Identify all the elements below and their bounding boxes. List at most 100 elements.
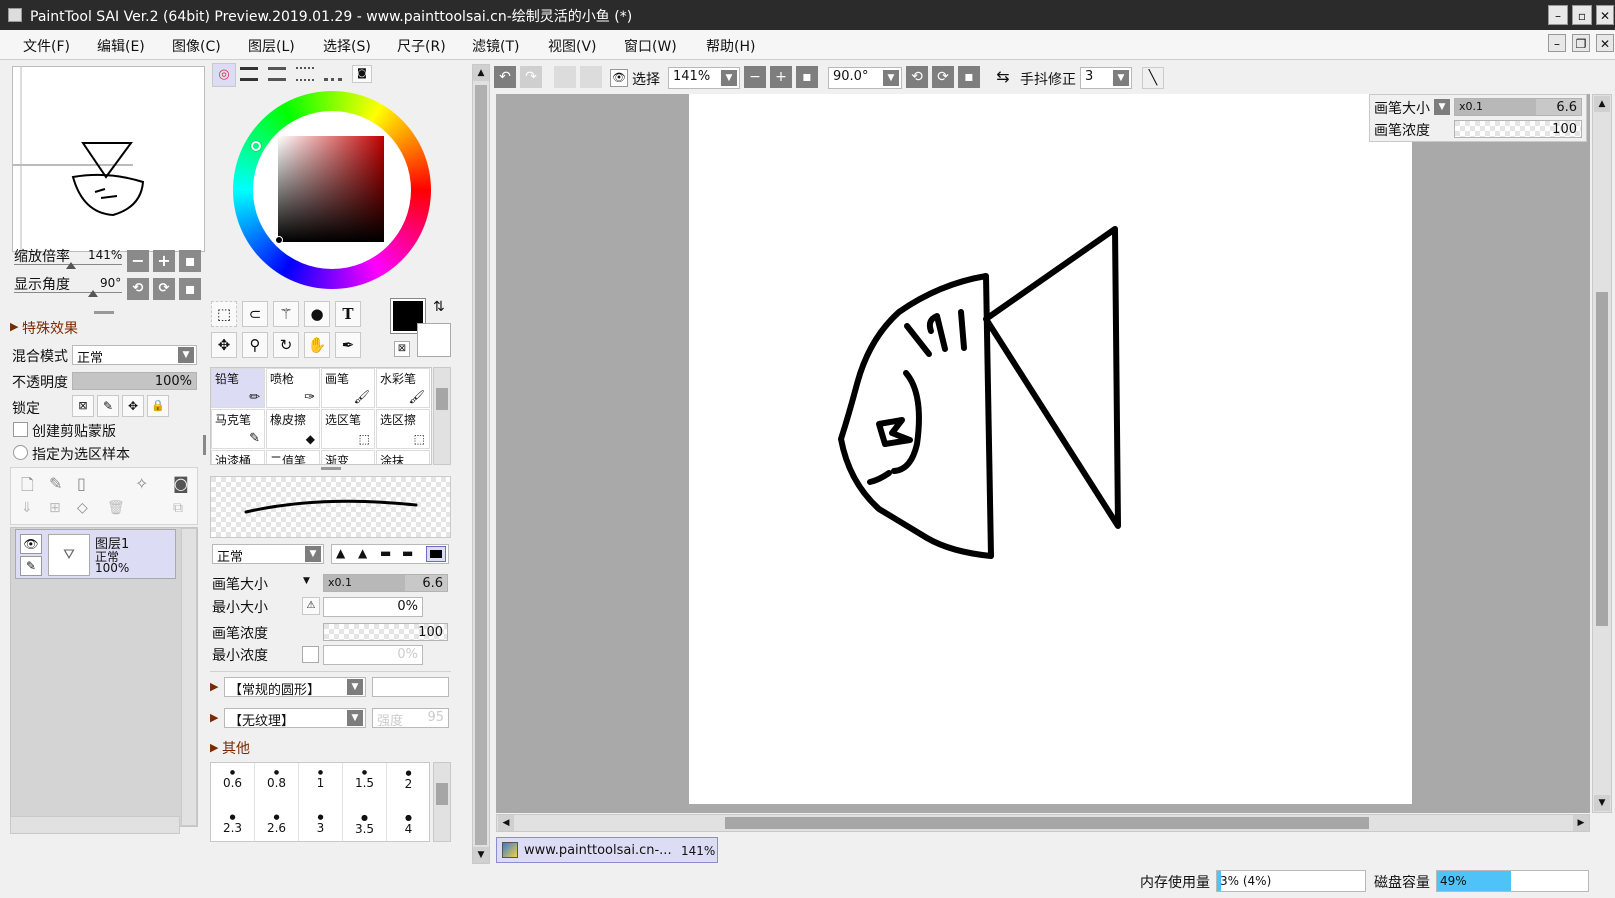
brush-density-slider[interactable]: 100 xyxy=(323,623,448,641)
new-folder-icon[interactable]: ▯ xyxy=(77,474,86,493)
tool-panel-scroll-thumb[interactable] xyxy=(475,85,487,845)
brush-size-slider[interactable]: x0.1 6.6 xyxy=(323,574,448,592)
size-preset[interactable]: ● 0.6 xyxy=(211,763,255,807)
document-tab[interactable]: www.painttoolsai.cn-... 141% xyxy=(496,837,718,863)
brush-gradient[interactable]: 渐变 xyxy=(321,450,375,464)
scroll-down-icon[interactable]: ▼ xyxy=(1594,795,1610,811)
size-preset[interactable]: ● 2.6 xyxy=(255,807,299,841)
brush-shape-select[interactable]: 【常规的圆形】 ▼ xyxy=(224,677,366,698)
stabilizer-select[interactable]: 3 ▼ xyxy=(1080,67,1132,89)
quick-size-chevron-icon[interactable]: ▼ xyxy=(1434,99,1450,115)
transparent-color-icon[interactable]: ⊠ xyxy=(394,341,410,357)
rotate-right-button[interactable]: ⟳ xyxy=(153,278,175,300)
rotate-reset-button[interactable]: ▪ xyxy=(179,278,201,300)
swap-colors-icon[interactable]: ⇅ xyxy=(433,299,445,315)
quick-density-slider[interactable]: 100 xyxy=(1454,120,1582,138)
rotate-left-button[interactable]: ⟲ xyxy=(127,278,149,300)
shape-expand-icon[interactable]: ▶ xyxy=(210,680,218,693)
brush-mode-select[interactable]: 正常 ▼ xyxy=(212,544,324,565)
canvas-rotation-select[interactable]: 90.0° ▼ xyxy=(828,67,902,89)
menu-ruler[interactable]: 尺子(R) xyxy=(397,36,446,56)
lock-paint-icon[interactable]: ✎ xyxy=(97,395,119,417)
zoom-in-button[interactable]: + xyxy=(153,250,175,272)
brush-texture-select[interactable]: 【无纹理】 ▼ xyxy=(224,708,366,729)
layer-row[interactable]: 👁 ✎ ⛛ 图层1 正常 100% xyxy=(15,529,176,579)
menu-select[interactable]: 选择(S) xyxy=(323,36,371,56)
mixer-tab-icon[interactable] xyxy=(324,67,342,81)
scroll-down-icon[interactable]: ▼ xyxy=(473,847,489,863)
brush-brush[interactable]: 画笔 🖌 xyxy=(321,368,375,408)
effects-label[interactable]: 特殊效果 xyxy=(22,318,78,338)
clear-layer-icon[interactable]: ◇ xyxy=(77,500,88,516)
scroll-up-icon[interactable]: ▲ xyxy=(1594,96,1610,112)
navigator-preview[interactable] xyxy=(12,66,205,253)
brush-blur[interactable]: 涂抹 xyxy=(376,450,430,464)
size-range-chevron-icon[interactable]: ▼ xyxy=(303,576,310,586)
shape-icon[interactable]: ● xyxy=(304,301,330,327)
hand-icon[interactable]: ✋ xyxy=(304,332,330,358)
maximize-button[interactable]: ▫ xyxy=(1572,5,1592,25)
size-preset[interactable]: ● 3.5 xyxy=(343,807,387,841)
canvas-viewport[interactable]: 画笔大小 ▼ x0.1 6.6 画笔浓度 100 xyxy=(496,94,1590,813)
blend-mode-select[interactable]: 正常 ▼ xyxy=(72,345,197,366)
delete-layer-icon[interactable]: 🗑 xyxy=(107,500,125,516)
canvas-zoom-select[interactable]: 141% ▼ xyxy=(668,67,740,89)
merge-down-icon[interactable]: ⇓ xyxy=(21,500,33,516)
min-density-checkbox[interactable] xyxy=(302,646,319,663)
canvas-zoom-out-button[interactable]: − xyxy=(744,66,766,88)
eyedropper-icon[interactable]: ✒ xyxy=(335,332,361,358)
clip-mask-checkbox[interactable] xyxy=(13,422,28,437)
selection-sample-radio[interactable] xyxy=(13,445,28,460)
rgb-slider-tab-icon[interactable] xyxy=(240,67,258,81)
lock-transparency-icon[interactable]: ⊠ xyxy=(72,395,94,417)
menu-image[interactable]: 图像(C) xyxy=(172,36,221,56)
size-presets-scroll-thumb[interactable] xyxy=(436,783,448,805)
flip-horizontal-icon[interactable]: ⇆ xyxy=(992,67,1014,89)
edge-full-icon[interactable] xyxy=(426,546,446,562)
size-preset[interactable]: ● 4 xyxy=(387,807,429,841)
straight-line-icon[interactable]: ╲ xyxy=(1142,67,1164,89)
size-preset[interactable]: ● 3 xyxy=(299,807,343,841)
size-preset[interactable]: ● 2 xyxy=(387,763,429,807)
scroll-right-icon[interactable]: ▶ xyxy=(1573,815,1589,831)
transfer-layer-icon[interactable]: ⧉ xyxy=(173,500,183,516)
layer-edit-icon[interactable]: ✎ xyxy=(20,556,42,576)
rect-select-icon[interactable]: ⬚ xyxy=(211,301,237,327)
saturation-value-square[interactable] xyxy=(278,136,384,242)
size-preset[interactable]: ● 1.5 xyxy=(343,763,387,807)
brush-eraser[interactable]: 橡皮擦 ◆ xyxy=(266,409,320,449)
layer-mask-icon[interactable]: ◙ xyxy=(173,474,189,493)
zoom-icon[interactable]: ⚲ xyxy=(242,332,268,358)
hue-marker[interactable] xyxy=(251,141,261,151)
lock-move-icon[interactable]: ✥ xyxy=(122,395,144,417)
color-wheel-tab-icon[interactable]: ◎ xyxy=(212,63,236,87)
menu-filter[interactable]: 滤镜(T) xyxy=(472,36,519,56)
scroll-up-icon[interactable]: ▲ xyxy=(473,65,489,81)
menu-view[interactable]: 视图(V) xyxy=(548,36,597,56)
layer-list-hscroll[interactable] xyxy=(10,816,180,834)
layer-list-scrollbar[interactable] xyxy=(181,528,197,826)
brush-shape-param[interactable] xyxy=(372,677,449,697)
brush-bucket[interactable]: 油漆桶 xyxy=(211,450,265,464)
new-linework-layer-icon[interactable]: ✎ xyxy=(49,474,62,493)
other-label[interactable]: 其他 xyxy=(222,738,250,758)
secondary-color-swatch[interactable] xyxy=(417,323,451,357)
minimize-button[interactable]: – xyxy=(1548,5,1568,25)
canvas-zoom-reset-button[interactable]: ▪ xyxy=(796,66,818,88)
lock-all-icon[interactable]: 🔒 xyxy=(147,395,169,417)
canvas-rotate-reset-button[interactable]: ▪ xyxy=(958,66,980,88)
visibility-eye-icon[interactable]: 👁 xyxy=(20,534,42,554)
brush-marker[interactable]: 马克笔 ✎ xyxy=(211,409,265,449)
texture-strength-field[interactable]: 强度 95 xyxy=(372,708,449,729)
texture-expand-icon[interactable]: ▶ xyxy=(210,711,218,724)
edge-medium-icon[interactable]: ▲ xyxy=(358,546,367,560)
doc-close-button[interactable]: ✕ xyxy=(1596,34,1614,52)
scroll-left-icon[interactable]: ◀ xyxy=(498,815,514,831)
edge-flat-icon[interactable]: ▬ xyxy=(402,546,413,560)
menu-window[interactable]: 窗口(W) xyxy=(624,36,677,56)
magic-wand-icon[interactable]: ⚚ xyxy=(273,301,299,327)
size-preset[interactable]: ● 2.3 xyxy=(211,807,255,841)
brush-watercolor[interactable]: 水彩笔 🖌 xyxy=(376,368,430,408)
min-size-field[interactable]: 0% xyxy=(323,597,423,617)
other-expand-icon[interactable]: ▶ xyxy=(210,741,218,754)
